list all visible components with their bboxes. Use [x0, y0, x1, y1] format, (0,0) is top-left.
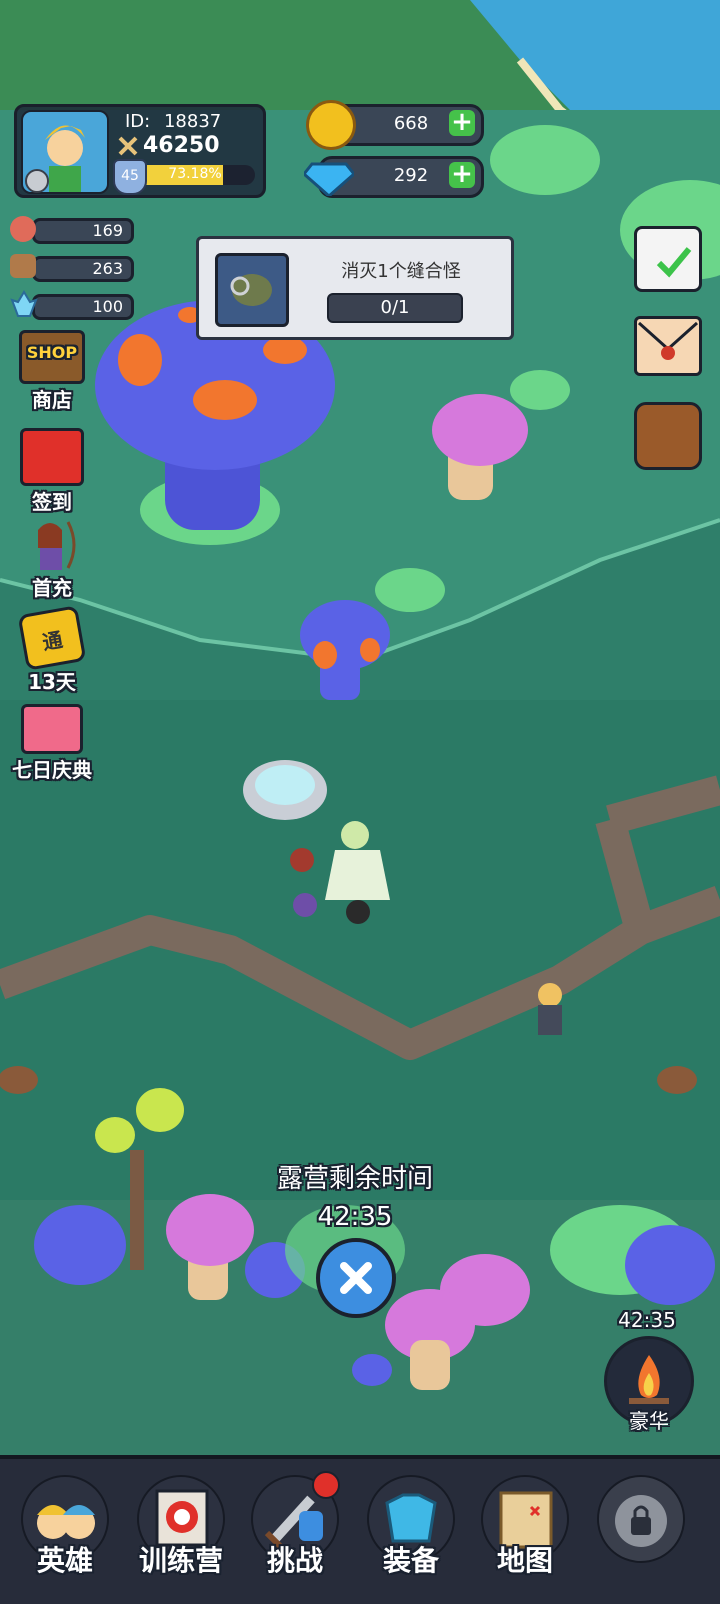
crystal-resource-bar: 100 — [32, 294, 134, 320]
tab-training-camp[interactable]: 训练营 — [126, 1467, 236, 1587]
diamond-icon — [301, 154, 357, 200]
crystal-icon — [10, 290, 38, 322]
tab-map-label: 地图 — [496, 1544, 553, 1577]
add-gem-button[interactable]: + — [449, 161, 475, 188]
campfire-timer: 42:35 — [618, 1308, 676, 1332]
meat-amount: 169 — [92, 221, 123, 240]
camp-remaining-label: 露营剩余时间 — [276, 1164, 433, 1194]
first-recharge-button[interactable]: 首充 — [12, 518, 92, 601]
meat-icon — [10, 216, 36, 242]
checkin-label: 签到 — [32, 490, 72, 514]
settings-gear-icon[interactable] — [25, 169, 49, 193]
gold-amount: 668 — [393, 113, 429, 134]
notification-badge — [312, 1471, 340, 1499]
wood-icon — [10, 254, 36, 278]
crystal-amount: 100 — [92, 297, 123, 316]
shop-button[interactable]: SHOP 商店 — [12, 330, 92, 413]
backpack-icon[interactable] — [634, 402, 702, 470]
tab-locked[interactable] — [586, 1467, 696, 1587]
pass-label: 13天 — [28, 670, 76, 694]
quest-title: 消灭1个缝合怪 — [341, 261, 461, 282]
pass-badge-text: 通 — [40, 627, 65, 655]
exp-percent: 73.18% — [168, 166, 222, 182]
camp-timer: 42:35 — [317, 1202, 393, 1232]
cancel-camp-button[interactable] — [316, 1238, 396, 1318]
luxury-camp-label: 豪华 — [629, 1409, 669, 1433]
shop-label: 商店 — [32, 388, 72, 412]
tab-map[interactable]: 地图 — [470, 1467, 580, 1587]
gift-box-icon — [20, 428, 84, 486]
luxury-camp-button[interactable]: 豪华 — [604, 1336, 694, 1433]
first-recharge-label: 首充 — [32, 576, 72, 600]
checkin-button[interactable]: 签到 — [12, 428, 92, 515]
archer-hero-icon — [24, 518, 80, 572]
stitched-monster-icon — [215, 253, 289, 327]
tab-challenge[interactable]: 挑战 — [240, 1467, 350, 1587]
locked-icon — [597, 1475, 685, 1563]
gem-amount: 292 — [393, 165, 429, 186]
tab-equipment-label: 装备 — [382, 1544, 439, 1577]
exp-bar: 73.18% — [135, 165, 255, 185]
tab-equipment[interactable]: 装备 — [356, 1467, 466, 1587]
tab-training-camp-label: 训练营 — [138, 1544, 223, 1577]
gift-pack-icon — [21, 704, 83, 754]
player-id: 18837 — [163, 111, 222, 132]
power-value: 46250 — [143, 133, 220, 158]
quest-progress: 0/1 — [327, 293, 463, 323]
shop-badge-text: SHOP — [26, 343, 78, 362]
shop-icon: SHOP — [19, 330, 85, 384]
close-icon — [340, 1262, 372, 1294]
tab-challenge-label: 挑战 — [266, 1544, 323, 1577]
pass-button[interactable]: 通 13天 — [12, 605, 92, 695]
level-shield-badge: 45 — [113, 159, 147, 195]
quest-panel[interactable]: 消灭1个缝合怪 0/1 — [196, 236, 514, 340]
seven-day-event-label: 七日庆典 — [12, 758, 92, 782]
tab-heroes-label: 英雄 — [36, 1544, 93, 1577]
pass-icon: 通 — [17, 605, 87, 671]
mail-envelope-icon[interactable] — [634, 316, 702, 376]
add-gold-button[interactable]: + — [449, 109, 475, 136]
tab-heroes[interactable]: 英雄 — [10, 1467, 120, 1587]
wood-amount: 263 — [92, 259, 123, 278]
wood-resource-bar: 263 — [32, 256, 134, 282]
crossed-swords-icon — [117, 135, 139, 157]
bottom-nav-bar: 英雄 训练营 挑战 装备 地图 — [0, 1455, 720, 1604]
gold-coin-icon — [306, 100, 356, 150]
task-clipboard-icon[interactable] — [634, 226, 702, 292]
player-id-row: ID: 18837 — [125, 111, 221, 132]
player-id-label: ID: — [125, 111, 151, 132]
seven-day-event-button[interactable]: 七日庆典 — [2, 704, 102, 783]
meat-resource-bar: 169 — [32, 218, 134, 244]
player-info-panel[interactable]: ID: 18837 46250 73.18% 45 — [14, 104, 266, 198]
